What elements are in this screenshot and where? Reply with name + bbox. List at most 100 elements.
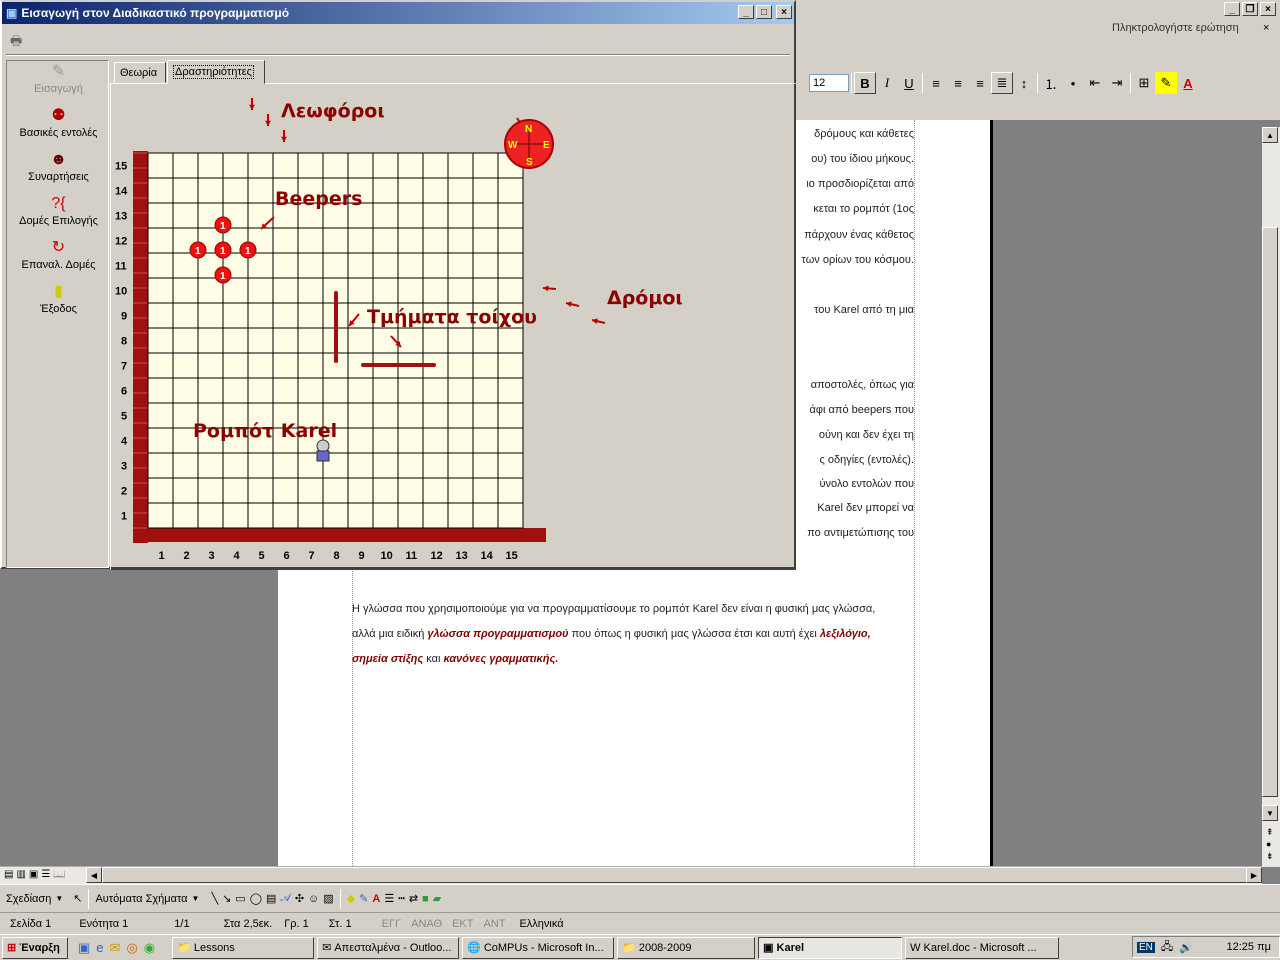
web-view-icon[interactable]: ▥ xyxy=(16,869,25,880)
next-page-icon[interactable]: ⇟ xyxy=(1266,851,1274,862)
volume-icon[interactable]: 🔊 xyxy=(1179,941,1193,954)
doc-line-right: ούνη και δεν έχει τη xyxy=(818,429,914,441)
oval-icon[interactable]: ◯ xyxy=(250,892,262,905)
arrow-icon[interactable]: ↘ xyxy=(222,892,231,905)
status-rec[interactable]: ΕΓΓ xyxy=(382,918,401,930)
pointer-arrowhead xyxy=(265,120,271,126)
print-icon[interactable]: 🖶 xyxy=(10,32,22,54)
browse-object-icon[interactable]: ● xyxy=(1266,839,1271,849)
reading-view-icon[interactable]: 📖 xyxy=(53,869,65,880)
hscroll-thumb[interactable] xyxy=(102,867,1247,883)
rectangle-icon[interactable]: ▭ xyxy=(235,892,245,905)
desktop-icon[interactable]: ▣ xyxy=(78,940,90,956)
picture-icon[interactable]: ▨ xyxy=(323,892,333,905)
horizontal-scrollbar[interactable]: ▤ ▥ ▣ ☰ 📖 ◀ ▶ xyxy=(0,866,1262,884)
italic-button[interactable]: I xyxy=(876,72,898,94)
taskbar-item[interactable]: 📁 2008-2009 xyxy=(617,936,756,959)
status-language: Ελληνικά xyxy=(519,917,564,930)
scroll-left-icon[interactable]: ◀ xyxy=(86,867,102,883)
sidebar-item-0[interactable]: ✎ Εισαγωγή xyxy=(7,63,110,95)
app-icon[interactable]: ◎ xyxy=(126,940,137,956)
numbering-icon[interactable]: ⒈ xyxy=(1040,72,1062,94)
decrease-indent-icon[interactable]: ⇤ xyxy=(1084,72,1106,94)
scroll-up-icon[interactable]: ▲ xyxy=(1262,127,1278,143)
formatting-toolbar: 12 B I U ≡ ≡ ≡ ≣ ↕ ⒈ • ⇤ ⇥ ⊞ ✎ A xyxy=(795,70,1280,96)
clock[interactable]: 12:25 πμ xyxy=(1226,941,1271,953)
wordart-icon[interactable]: 𝒜 xyxy=(280,892,290,905)
outlook-icon[interactable]: ✉ xyxy=(110,940,121,956)
ie-icon[interactable]: e xyxy=(96,940,103,956)
vertical-wall-segment xyxy=(334,291,338,363)
sidebar-item-2[interactable]: ☻ Συναρτήσεις xyxy=(7,151,110,183)
close-button[interactable]: × xyxy=(776,5,792,19)
network-icon[interactable]: 🖧 xyxy=(1161,938,1173,957)
status-trk[interactable]: ΑΝΑΘ xyxy=(411,918,442,930)
diagram-icon[interactable]: ✣ xyxy=(295,892,304,905)
media-icon[interactable]: ◉ xyxy=(144,940,155,956)
taskbar-item[interactable]: 📁 Lessons xyxy=(172,936,315,959)
outline-view-icon[interactable]: ☰ xyxy=(41,869,50,880)
word-restore-button[interactable]: ❐ xyxy=(1242,2,1258,16)
x-tick-label: 11 xyxy=(406,550,418,562)
sidebar-item-4[interactable]: ↻ Επαναλ. Δομές xyxy=(7,239,110,271)
maximize-button[interactable]: □ xyxy=(756,5,772,19)
draw-menu[interactable]: Σχεδίαση xyxy=(6,893,51,905)
sidebar-item-1[interactable]: ⚉ Βασικές εντολές xyxy=(7,107,110,139)
tab-theory[interactable]: Θεωρία xyxy=(114,62,166,83)
taskbar-item[interactable]: 🌐 CoMPUs - Microsoft In... xyxy=(462,936,615,959)
text-color-icon[interactable]: A xyxy=(372,893,380,905)
ask-question-box[interactable]: Πληκτρολογήστε ερώτηση xyxy=(1112,22,1239,34)
minimize-button[interactable]: _ xyxy=(738,5,754,19)
dash-style-icon[interactable]: ┅ xyxy=(398,892,405,905)
textbox-icon[interactable]: ▤ xyxy=(266,892,276,905)
status-at: Στα 2,5εκ. xyxy=(223,917,273,930)
sidebar-item-3[interactable]: ?{Δομές Επιλογής xyxy=(7,195,110,227)
taskbar-item[interactable]: ▣ Karel xyxy=(758,936,903,959)
status-ovr[interactable]: ΑΝΤ xyxy=(483,918,505,930)
beeper-count: 1 xyxy=(220,271,226,282)
clipart-icon[interactable]: ☺ xyxy=(308,893,319,905)
highlight-icon[interactable]: ✎ xyxy=(1155,72,1177,94)
fill-color-icon[interactable]: ◆ xyxy=(347,892,355,905)
line-style-icon[interactable]: ☰ xyxy=(384,892,394,905)
doc-line-right: Karel δεν μπορεί να xyxy=(817,502,914,514)
autoshapes-menu[interactable]: Αυτόματα Σχήματα xyxy=(95,893,187,905)
shadow-icon[interactable]: ■ xyxy=(422,893,429,905)
word-minimize-button[interactable]: _ xyxy=(1224,2,1240,16)
line-spacing-icon[interactable]: ↕ xyxy=(1013,72,1035,94)
borders-icon[interactable]: ⊞ xyxy=(1133,72,1155,94)
align-right-icon[interactable]: ≡ xyxy=(969,72,991,94)
align-left-icon[interactable]: ≡ xyxy=(925,72,947,94)
3d-icon[interactable]: ▰ xyxy=(433,892,441,905)
arrow-style-icon[interactable]: ⇄ xyxy=(409,892,418,905)
language-indicator[interactable]: EN xyxy=(1137,941,1155,953)
taskbar-item[interactable]: ✉ Απεσταλμένα - Outloo... xyxy=(317,936,460,959)
prev-page-icon[interactable]: ⇞ xyxy=(1266,827,1274,838)
taskbar-item[interactable]: W Karel.doc - Microsoft ... xyxy=(905,936,1060,959)
ask-close-icon[interactable]: × xyxy=(1263,22,1269,34)
align-center-icon[interactable]: ≡ xyxy=(947,72,969,94)
scroll-down-icon[interactable]: ▼ xyxy=(1262,805,1278,821)
walls-label: Τμήματα τοίχου xyxy=(367,306,538,328)
increase-indent-icon[interactable]: ⇥ xyxy=(1106,72,1128,94)
vertical-scrollbar[interactable]: ▲ ▼ ⇞ ● ⇟ xyxy=(1262,127,1280,867)
justify-icon[interactable]: ≣ xyxy=(991,72,1013,94)
sidebar-item-5[interactable]: ▮ Έξοδος xyxy=(7,283,110,315)
font-color-icon[interactable]: A xyxy=(1177,72,1199,94)
y-tick-label: 14 xyxy=(115,186,128,198)
bold-button[interactable]: B xyxy=(854,72,876,94)
bullets-icon[interactable]: • xyxy=(1062,72,1084,94)
print-view-icon[interactable]: ▣ xyxy=(29,869,38,880)
status-ext[interactable]: ΕΚΤ xyxy=(452,918,473,930)
line-color-icon[interactable]: ✎ xyxy=(359,892,368,905)
line-icon[interactable]: ╲ xyxy=(211,892,218,905)
font-size-select[interactable]: 12 xyxy=(809,74,849,92)
start-button[interactable]: ⊞ Έναρξη xyxy=(2,936,68,959)
underline-button[interactable]: U xyxy=(898,72,920,94)
scroll-thumb[interactable] xyxy=(1262,227,1278,797)
tab-activities[interactable]: Δραστηριότητες xyxy=(167,60,265,84)
word-close-button[interactable]: × xyxy=(1260,2,1276,16)
select-objects-icon[interactable]: ↖ xyxy=(73,892,82,905)
normal-view-icon[interactable]: ▤ xyxy=(4,869,13,880)
scroll-right-icon[interactable]: ▶ xyxy=(1246,867,1262,883)
